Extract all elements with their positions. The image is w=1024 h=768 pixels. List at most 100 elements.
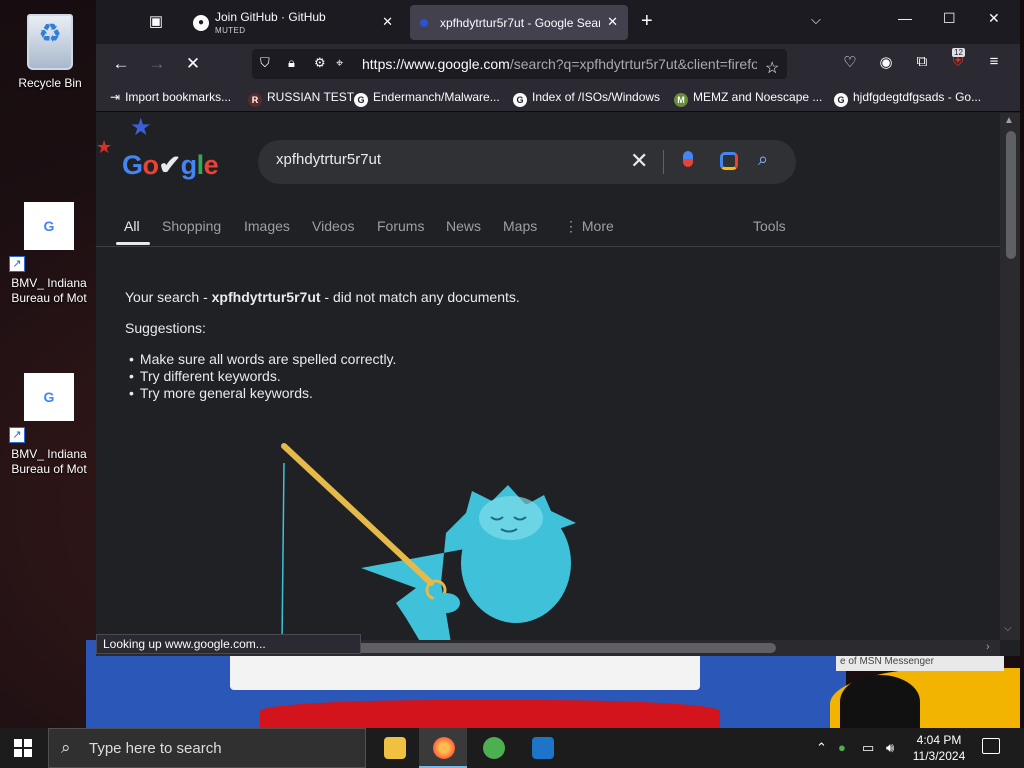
maximize-icon[interactable]: ☐ [943,10,956,27]
bookmark-label: Index of /ISOs/Windows [532,90,661,104]
search-divider [663,150,664,174]
network-icon[interactable]: ▭ [862,740,874,756]
file-explorer-taskbar-button[interactable] [370,728,418,768]
menu-icon[interactable]: ≡ [983,53,1005,70]
tab-news[interactable]: News [446,218,481,234]
search-box[interactable]: ✕ ⌕ [258,140,796,184]
tab-title: xpfhdytrtur5r7ut - Google Search [440,16,600,30]
messenger-icon [483,737,505,759]
firefox-view-icon[interactable]: ▣ [144,10,168,34]
tab-images[interactable]: Images [244,218,290,234]
taskbar-search-placeholder: Type here to search [89,740,222,757]
active-tab-indicator [116,242,150,245]
lock-icon[interactable]: 🔒︎ [288,55,295,71]
bookmark-label: Endermanch/Malware... [373,90,500,104]
shortcut-arrow-icon: ↗ [9,427,25,443]
tools-button[interactable]: Tools [753,218,786,234]
more-vert-icon: ⋮ [564,218,582,234]
tab-forums[interactable]: Forums [377,218,424,234]
extensions-icon[interactable]: ⧉ [911,53,933,70]
tab-github[interactable]: ● Join GitHub · GitHub MUTED ✕ [181,5,403,40]
bmv-shortcut-1[interactable]: G ↗ BMV_ Indiana Bureau of Mot [9,202,89,306]
bookmark-endermanch[interactable]: G Endermanch/Malware... [354,90,500,107]
tab-all[interactable]: All [124,218,140,234]
forward-icon[interactable]: → [146,53,168,75]
logo-letter: g [180,150,198,180]
logo-letter: o [142,150,160,180]
location-icon[interactable]: ⌖ [336,55,343,71]
microphone-icon[interactable] [683,151,693,167]
tab-shopping[interactable]: Shopping [162,218,221,234]
new-tab-icon[interactable]: + [641,10,653,32]
scrollbar-thumb[interactable] [1006,131,1016,259]
outlook-taskbar-button[interactable] [518,728,566,768]
close-icon[interactable]: ✕ [382,14,393,30]
stop-icon[interactable]: ✕ [182,53,204,75]
recycle-bin-icon [27,14,73,70]
close-icon[interactable]: ✕ [607,14,618,30]
doodle-star-icon: ★ [96,137,113,157]
loading-icon [420,19,428,27]
tab-videos[interactable]: Videos [312,218,355,234]
bmv-shortcut-2[interactable]: G ↗ BMV_ Indiana Bureau of Mot [9,373,89,477]
nav-bar: ← → ✕ ⛉ 🔒︎ ⚙ ⌖ https://www.google.com/se… [96,44,1020,84]
bookmark-import[interactable]: ⇥ Import bookmarks... [110,90,231,104]
doodle-star-icon: ★ [130,114,152,141]
bookmark-hjdfg[interactable]: Ghjdfgdegtdfgsads - Go... [834,90,981,107]
monster-face [479,496,543,540]
bookmark-isos[interactable]: G Index of /ISOs/Windows [513,90,660,107]
google-doodle-logo[interactable]: Go✔gle [122,150,219,181]
bookmark-russian-test[interactable]: R RUSSIAN TEST [248,90,354,107]
vertical-scrollbar[interactable]: ▲ ⌵ [1000,113,1020,640]
tab-muted-label: MUTED [215,26,246,35]
back-icon[interactable]: ← [110,53,132,75]
volume-icon[interactable]: 🔊︎ [886,740,894,756]
firefox-window: ▣ ● Join GitHub · GitHub MUTED ✕ xpfhdyt… [96,0,1020,656]
google-icon: G [354,93,368,107]
scroll-up-icon[interactable]: ▲ [1004,115,1014,126]
search-icon: ⌕ [61,738,71,757]
chevron-up-icon[interactable]: ⌃ [816,740,827,756]
github-icon: ● [193,15,209,31]
no-results-message: Your search - xpfhdytrtur5r7ut - did not… [125,289,520,305]
search-input[interactable] [276,151,616,168]
url-text[interactable]: https://www.google.com/search?q=xpfhdytr… [362,56,757,72]
bookmark-star-icon[interactable]: ☆ [765,58,779,78]
google-icon: G [513,93,527,107]
scroll-right-icon[interactable]: › [986,641,990,653]
close-window-icon[interactable]: ✕ [988,10,1000,27]
folder-icon [384,737,406,759]
recycle-bin-label: Recycle Bin [18,76,82,90]
logo-letter: G [122,150,143,180]
account-icon[interactable]: ◉ [875,53,897,71]
google-lens-icon[interactable] [720,152,738,170]
taskbar-clock[interactable]: 4:04 PM 11/3/2024 [904,732,974,764]
bookmark-label: Import bookmarks... [125,90,232,104]
firefox-taskbar-button[interactable] [419,728,467,768]
url-bar[interactable]: ⛉ 🔒︎ ⚙ ⌖ https://www.google.com/search?q… [252,49,787,79]
scroll-down-icon[interactable]: ⌵ [1004,623,1012,634]
chevron-down-icon[interactable]: ⌵ [811,12,821,28]
bookmark-memz[interactable]: M MEMZ and Noescape ... [674,90,822,107]
url-path: /search?q=xpfhdytrtur5r7ut&client=firefo… [509,56,757,72]
minimize-icon[interactable]: — [898,10,912,26]
extension-badge: 12 [952,48,965,57]
clear-icon[interactable]: ✕ [630,149,648,173]
permissions-icon[interactable]: ⚙ [314,55,326,71]
bookmarks-toolbar: ⇥ Import bookmarks... R RUSSIAN TEST G Ende… [96,84,1020,112]
tab-maps[interactable]: Maps [503,218,537,234]
notifications-icon[interactable] [982,738,1000,754]
recycle-bin-desktop-icon[interactable]: Recycle Bin [6,8,94,91]
windows-start-icon[interactable] [14,739,32,757]
tab-google-search[interactable]: xpfhdytrtur5r7ut - Google Search ✕ [410,5,628,40]
pocket-icon[interactable]: ♡ [839,53,861,71]
messenger-tray-icon[interactable]: ● [838,740,846,755]
monster-hand [432,593,460,613]
tab-more[interactable]: ⋮ More [564,218,614,235]
scrollbar-thumb[interactable] [356,643,776,653]
search-icon[interactable]: ⌕ [758,149,768,170]
shield-icon[interactable]: ⛉ [260,55,270,71]
taskbar-search-box[interactable]: ⌕ Type here to search [48,728,366,768]
messenger-taskbar-button[interactable] [469,728,517,768]
bookmark-favicon-icon: R [248,93,262,107]
